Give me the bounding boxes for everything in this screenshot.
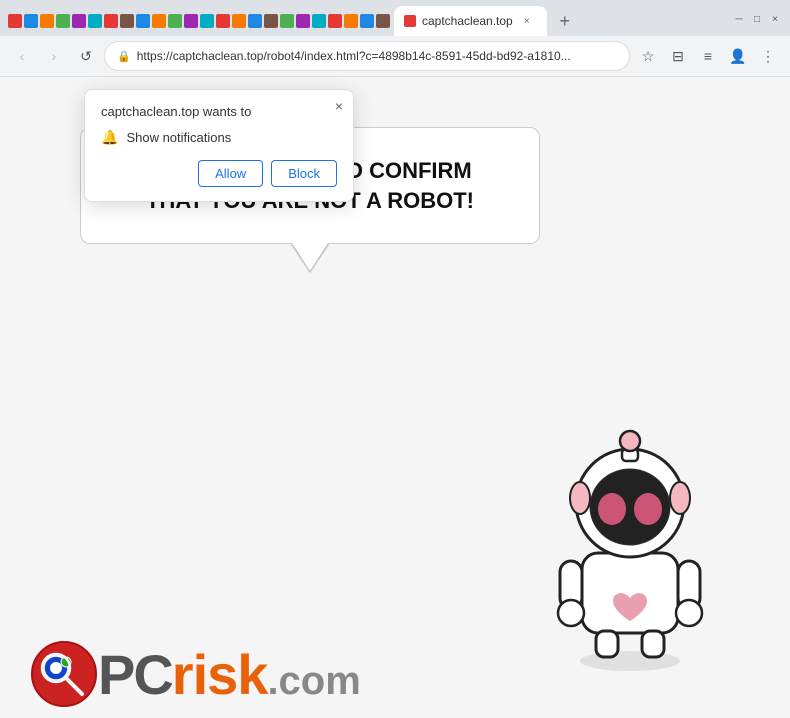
tab-bar: captchaclean.top × + ─ □ × [0, 0, 790, 36]
new-tab-button[interactable]: + [551, 7, 579, 35]
pcrisk-text-group: PC risk .com [98, 642, 361, 707]
robot-illustration [530, 413, 730, 678]
favicon-9 [136, 14, 150, 28]
notification-popup: × captchaclean.top wants to 🔔 Show notif… [84, 89, 354, 202]
favicon-24 [376, 14, 390, 28]
favicon-6 [88, 14, 102, 28]
pcrisk-pc-text: PC [98, 647, 172, 703]
favicon-23 [360, 14, 374, 28]
forward-button[interactable]: › [40, 42, 68, 70]
address-bar[interactable]: 🔒 https://captchaclean.top/robot4/index.… [104, 41, 630, 71]
close-window-button[interactable]: × [768, 12, 782, 26]
favicon-18 [280, 14, 294, 28]
popup-close-button[interactable]: × [335, 98, 343, 114]
popup-permission-row: 🔔 Show notifications [101, 129, 337, 146]
favicon-5 [72, 14, 86, 28]
bell-icon: 🔔 [101, 129, 118, 146]
pcrisk-risk-text: risk [172, 642, 268, 707]
favicon-13 [200, 14, 214, 28]
favicon-2 [24, 14, 38, 28]
pcrisk-dotcom-text: .com [267, 659, 360, 704]
favicon-12 [184, 14, 198, 28]
page-body: × captchaclean.top wants to 🔔 Show notif… [0, 77, 790, 718]
cast-icon[interactable]: ⊟ [664, 42, 692, 70]
favicon-area [8, 14, 390, 28]
favicon-16 [248, 14, 262, 28]
window-controls: ─ □ × [732, 12, 782, 30]
tab-close-button[interactable]: × [519, 13, 535, 29]
active-tab-favicon [404, 15, 416, 27]
block-button[interactable]: Block [271, 160, 337, 187]
favicon-3 [40, 14, 54, 28]
refresh-button[interactable]: ↺ [72, 42, 100, 70]
address-bar-area: ‹ › ↺ 🔒 https://captchaclean.top/robot4/… [0, 36, 790, 76]
allow-button[interactable]: Allow [198, 160, 263, 187]
active-tab[interactable]: captchaclean.top × [394, 6, 547, 36]
favicon-21 [328, 14, 342, 28]
favicon-15 [232, 14, 246, 28]
profile-icon[interactable]: 👤 [724, 42, 752, 70]
favicon-17 [264, 14, 278, 28]
favicon-7 [104, 14, 118, 28]
active-tab-title: captchaclean.top [422, 14, 513, 28]
maximize-button[interactable]: □ [750, 12, 764, 26]
favicon-22 [344, 14, 358, 28]
url-text: https://captchaclean.top/robot4/index.ht… [137, 49, 617, 63]
robot-svg [530, 413, 730, 673]
minimize-button[interactable]: ─ [732, 12, 746, 26]
pcrisk-logo-icon [30, 640, 98, 708]
popup-buttons: Allow Block [101, 160, 337, 187]
favicon-1 [8, 14, 22, 28]
browser-chrome: captchaclean.top × + ─ □ × ‹ › ↺ 🔒 https… [0, 0, 790, 77]
pcrisk-logo: PC risk .com [30, 640, 361, 708]
lock-icon: 🔒 [117, 50, 131, 63]
permission-text: Show notifications [126, 130, 231, 145]
toolbar-icons: ☆ ⊟ ≡ 👤 ⋮ [634, 42, 782, 70]
favicon-4 [56, 14, 70, 28]
favicon-20 [312, 14, 326, 28]
favicon-10 [152, 14, 166, 28]
menu-icon[interactable]: ⋮ [754, 42, 782, 70]
extensions-icon[interactable]: ≡ [694, 42, 722, 70]
popup-title: captchaclean.top wants to [101, 104, 337, 119]
bookmark-icon[interactable]: ☆ [634, 42, 662, 70]
favicon-19 [296, 14, 310, 28]
favicon-8 [120, 14, 134, 28]
page-content: × captchaclean.top wants to 🔔 Show notif… [0, 77, 790, 718]
favicon-11 [168, 14, 182, 28]
back-button[interactable]: ‹ [8, 42, 36, 70]
favicon-14 [216, 14, 230, 28]
